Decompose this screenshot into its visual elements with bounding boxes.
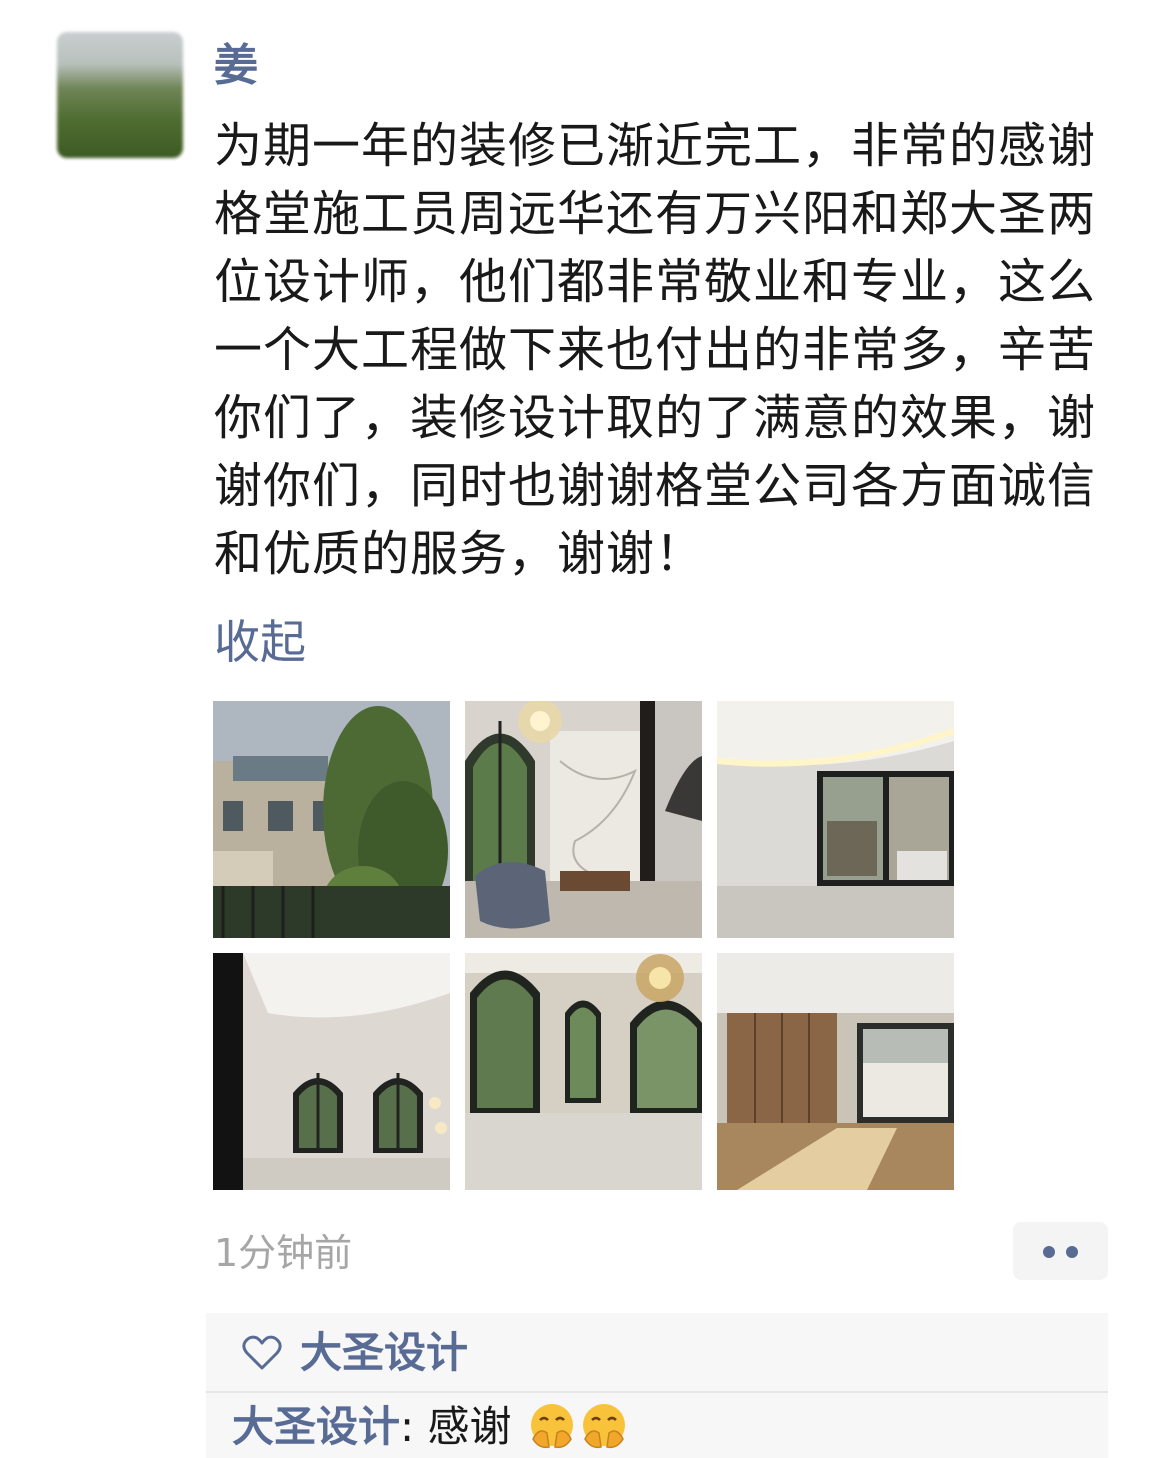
- liker-name[interactable]: 大圣设计: [300, 1325, 468, 1381]
- hug-emoji-icon: [582, 1404, 625, 1449]
- timestamp: 1分钟前: [214, 1231, 353, 1275]
- interaction-panel: 大圣设计 大圣设计: 感谢: [206, 1313, 1108, 1458]
- hug-emoji-icon: [530, 1404, 573, 1449]
- photo-thumbnail[interactable]: [717, 953, 954, 1190]
- post-text: 为期一年的装修已渐近完工，非常的感谢格堂施工员周远华还有万兴阳和郑大圣两位设计师…: [214, 118, 1097, 582]
- avatar[interactable]: [57, 32, 183, 158]
- author-name[interactable]: 姜: [214, 36, 258, 96]
- more-dots-icon[interactable]: [1013, 1222, 1108, 1280]
- collapse-link[interactable]: 收起: [214, 612, 306, 672]
- comment-text: 感谢: [427, 1402, 512, 1451]
- photo-thumbnail[interactable]: [465, 701, 702, 938]
- comment-author[interactable]: 大圣设计: [232, 1402, 400, 1451]
- heart-icon: [242, 1335, 282, 1370]
- comment-item[interactable]: 大圣设计: 感谢: [232, 1399, 629, 1457]
- photo-thumbnail[interactable]: [465, 953, 702, 1190]
- photo-thumbnail[interactable]: [213, 701, 450, 938]
- photo-thumbnail[interactable]: [717, 701, 954, 938]
- likes-row: 大圣设计: [206, 1313, 1108, 1393]
- photo-grid: [213, 701, 955, 1190]
- comment-separator: :: [400, 1402, 428, 1451]
- photo-thumbnail[interactable]: [213, 953, 450, 1190]
